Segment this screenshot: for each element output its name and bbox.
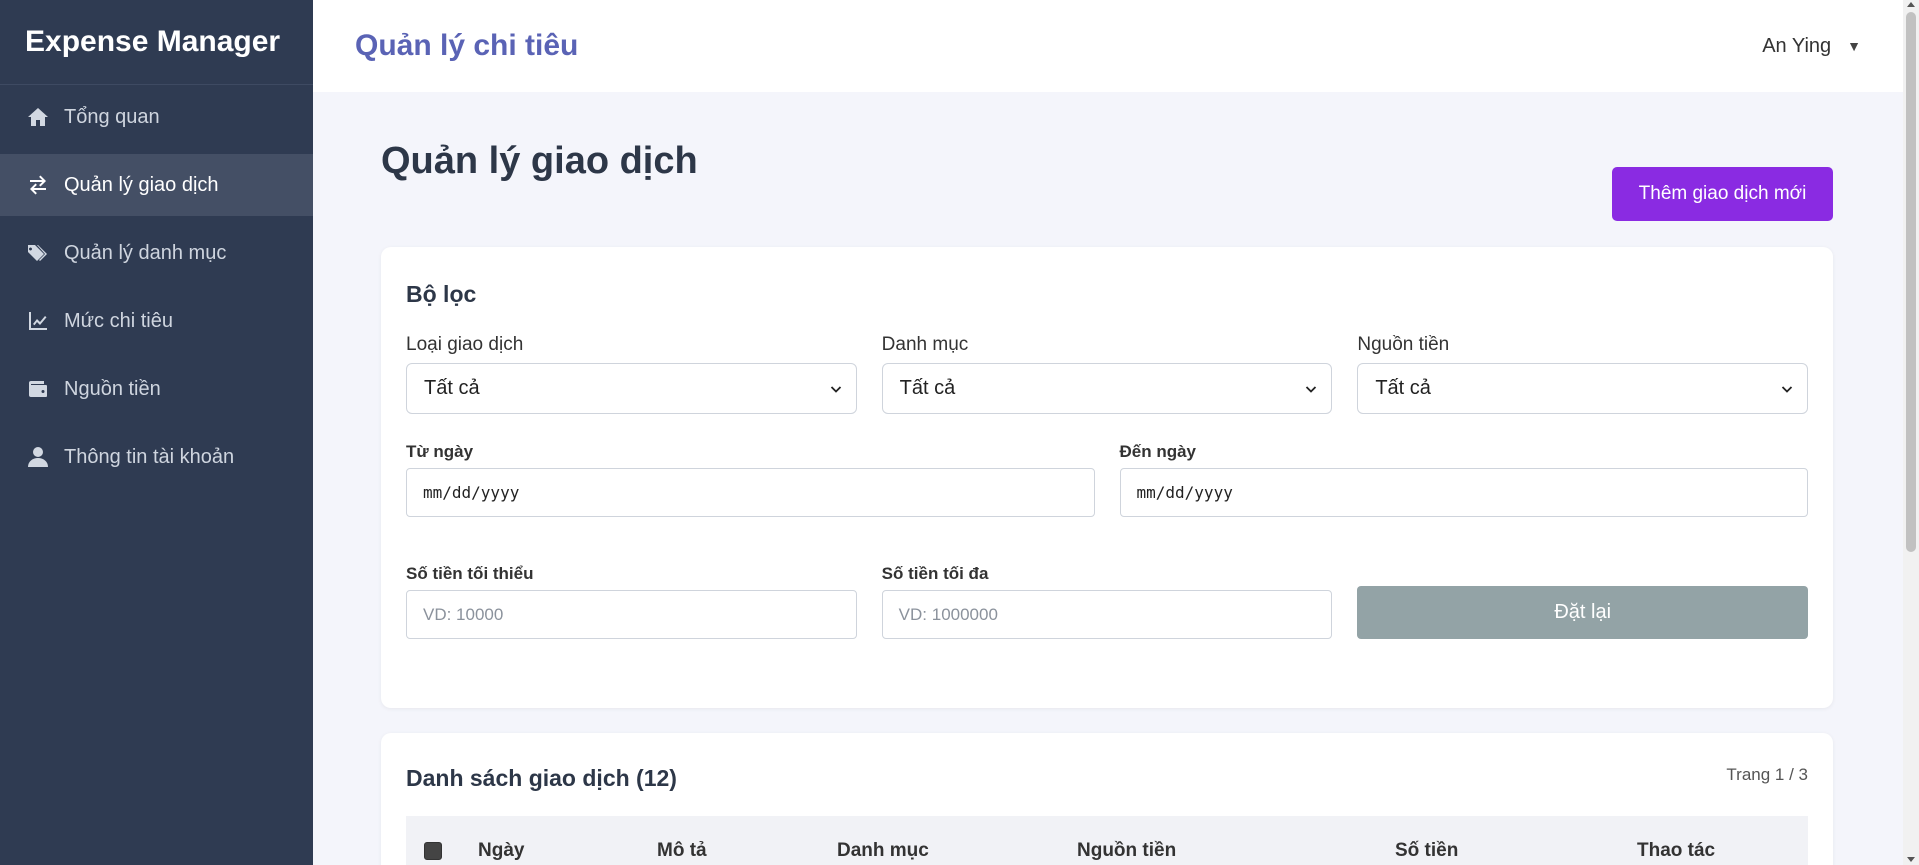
type-select-value: Tất cả (424, 377, 480, 399)
type-select[interactable]: Tất cả (406, 363, 857, 414)
app-title: Quản lý chi tiêu (355, 29, 579, 62)
to-date-label: Đến ngày (1119, 442, 1197, 461)
filter-row-selects: Loại giao dịch Tất cả Danh mục Tất cả Ng… (406, 334, 1809, 414)
filter-card: Bộ lọc Loại giao dịch Tất cả Danh mục Tấ… (381, 247, 1833, 708)
sidebar-item-label: Mức chi tiêu (64, 309, 173, 332)
sidebar: Expense Manager Tổng quan Quản lý giao d… (0, 0, 313, 865)
user-menu[interactable]: An Ying ▼ (1762, 35, 1861, 58)
exchange-icon (26, 173, 50, 197)
home-icon (26, 105, 50, 129)
main-content: Quản lý giao dịch Thêm giao dịch mới Bộ … (381, 92, 1833, 865)
user-icon (26, 445, 50, 469)
sidebar-nav: Tổng quan Quản lý giao dịch Quản lý danh… (0, 86, 313, 488)
source-select-value: Tất cả (1375, 377, 1431, 399)
column-header-category[interactable]: Danh mục (837, 840, 929, 862)
reset-button[interactable]: Đặt lại (1357, 586, 1809, 639)
chevron-down-icon (1306, 385, 1317, 393)
max-amount-input[interactable]: VD: 1000000 (881, 590, 1333, 639)
min-amount-label: Số tiền tối thiểu (406, 564, 534, 583)
max-amount-placeholder: VD: 1000000 (898, 604, 998, 624)
wallet-icon (26, 377, 50, 401)
page-indicator: Trang 1 / 3 (1726, 765, 1808, 784)
page-header: Quản lý giao dịch Thêm giao dịch mới (381, 92, 1833, 247)
category-select[interactable]: Tất cả (881, 363, 1333, 414)
transactions-title: Danh sách giao dịch (12) (406, 765, 677, 791)
transactions-card: Danh sách giao dịch (12) Trang 1 / 3 Ngà… (381, 733, 1833, 865)
column-header-actions: Thao tác (1637, 840, 1716, 861)
column-header-description[interactable]: Mô tả (657, 840, 707, 862)
user-name: An Ying (1762, 34, 1832, 57)
from-date-value: mm/dd/yyyy (423, 483, 520, 502)
category-select-value: Tất cả (899, 377, 956, 399)
select-all-checkbox[interactable] (424, 842, 442, 860)
min-amount-input[interactable]: VD: 10000 (406, 590, 857, 639)
brand-logo[interactable]: Expense Manager (0, 0, 313, 85)
sidebar-item-account-info[interactable]: Thông tin tài khoản (0, 426, 313, 488)
to-date-filter: Đến ngày mm/dd/yyyy (1119, 442, 1808, 517)
tags-icon (26, 241, 50, 265)
min-amount-filter: Số tiền tối thiểu VD: 10000 (406, 564, 857, 639)
column-header-date[interactable]: Ngày (478, 840, 524, 862)
max-amount-filter: Số tiền tối đa VD: 1000000 (881, 564, 1333, 639)
column-header-source[interactable]: Nguồn tiền (1077, 840, 1176, 862)
type-filter: Loại giao dịch Tất cả (406, 334, 857, 414)
category-filter-label: Danh mục (881, 334, 969, 355)
type-filter-label: Loại giao dịch (406, 334, 524, 355)
sidebar-item-label: Quản lý danh mục (64, 241, 227, 264)
topbar: Quản lý chi tiêu An Ying ▼ (313, 0, 1903, 92)
to-date-input[interactable]: mm/dd/yyyy (1119, 468, 1808, 517)
chevron-down-icon (1781, 385, 1793, 393)
filter-row-dates: Từ ngày mm/dd/yyyy Đến ngày mm/dd/yyyy (406, 442, 1808, 517)
from-date-filter: Từ ngày mm/dd/yyyy (406, 442, 1095, 517)
sidebar-item-transactions[interactable]: Quản lý giao dịch (0, 154, 313, 216)
sidebar-item-label: Thông tin tài khoản (64, 445, 235, 468)
category-filter: Danh mục Tất cả (881, 334, 1333, 414)
chevron-down-icon (830, 385, 841, 393)
line-chart-icon (26, 309, 50, 333)
caret-down-icon: ▼ (1847, 38, 1861, 54)
source-filter: Nguồn tiền Tất cả (1357, 334, 1809, 414)
from-date-label: Từ ngày (406, 442, 474, 461)
sidebar-item-label: Quản lý giao dịch (64, 173, 219, 196)
column-header-amount[interactable]: Số tiền (1395, 840, 1458, 862)
page-title: Quản lý giao dịch (381, 140, 698, 182)
scroll-up-icon[interactable] (1907, 2, 1915, 7)
filter-row-amounts: Số tiền tối thiểu VD: 10000 Số tiền tối … (406, 564, 1809, 639)
filter-title: Bộ lọc (406, 281, 477, 307)
scrollbar-thumb[interactable] (1906, 12, 1916, 552)
sidebar-item-categories[interactable]: Quản lý danh mục (0, 222, 313, 284)
source-select[interactable]: Tất cả (1357, 363, 1809, 414)
scroll-down-icon[interactable] (1907, 857, 1915, 862)
source-filter-label: Nguồn tiền (1357, 334, 1450, 355)
sidebar-item-spending-limits[interactable]: Mức chi tiêu (0, 290, 313, 352)
from-date-input[interactable]: mm/dd/yyyy (406, 468, 1095, 517)
page-scrollbar[interactable] (1903, 0, 1919, 865)
sidebar-item-overview[interactable]: Tổng quan (0, 86, 313, 148)
min-amount-placeholder: VD: 10000 (423, 604, 504, 624)
to-date-value: mm/dd/yyyy (1136, 483, 1233, 502)
table-header: Ngày Mô tả Danh mục Nguồn tiền Số tiền T… (406, 816, 1808, 865)
add-transaction-button[interactable]: Thêm giao dịch mới (1612, 167, 1833, 221)
sidebar-item-money-sources[interactable]: Nguồn tiền (0, 358, 313, 420)
reset-field: Đặt lại (1357, 564, 1809, 639)
sidebar-item-label: Tổng quan (64, 105, 160, 128)
max-amount-label: Số tiền tối đa (881, 564, 989, 583)
sidebar-item-label: Nguồn tiền (64, 377, 161, 400)
